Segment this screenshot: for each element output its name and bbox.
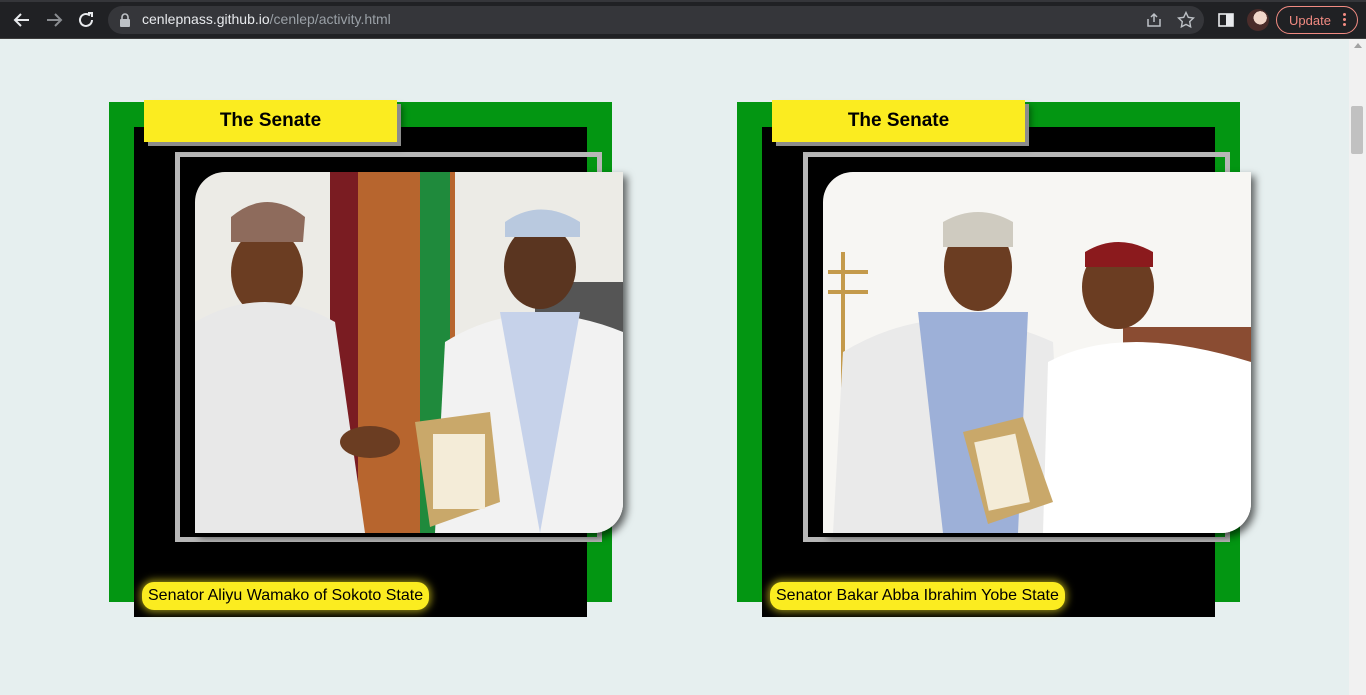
reload-button[interactable] (74, 8, 98, 32)
card-caption: Senator Aliyu Wamako of Sokoto State (142, 582, 430, 610)
back-arrow-icon (13, 13, 29, 27)
card-title: The Senate (144, 100, 397, 142)
back-button[interactable] (10, 8, 34, 32)
bookmark-star-icon[interactable] (1177, 11, 1195, 29)
side-panel-icon[interactable] (1217, 11, 1235, 29)
scroll-up-arrow-icon[interactable] (1354, 43, 1362, 48)
share-icon[interactable] (1145, 11, 1163, 29)
url-host: cenlepnass.github.io (142, 11, 270, 27)
lock-icon (120, 13, 130, 27)
url-text[interactable]: cenlepnass.github.io/cenlep/activity.htm… (142, 11, 391, 27)
activity-photo (823, 172, 1251, 533)
card-caption: Senator Bakar Abba Ibrahim Yobe State (770, 582, 1065, 610)
reload-icon (79, 12, 93, 27)
profile-avatar[interactable] (1247, 9, 1269, 31)
activity-photo (195, 172, 623, 533)
menu-dots-icon (1343, 13, 1347, 27)
tab-strip (0, 0, 1366, 2)
forward-arrow-icon (47, 13, 63, 27)
scroll-thumb[interactable] (1351, 106, 1363, 154)
update-label: Update (1289, 12, 1331, 28)
browser-toolbar: cenlepnass.github.io/cenlep/activity.htm… (0, 0, 1366, 39)
update-button[interactable]: Update (1276, 6, 1358, 34)
card-title: The Senate (772, 100, 1025, 142)
activity-card: The Senate Senator Aliyu Wamako of Sokot… (109, 100, 623, 617)
url-path: /cenlep/activity.html (269, 11, 391, 27)
activity-card: The Senate Senator Bakar Abba Ibrahim Yo… (737, 100, 1251, 617)
forward-button[interactable] (42, 8, 66, 32)
